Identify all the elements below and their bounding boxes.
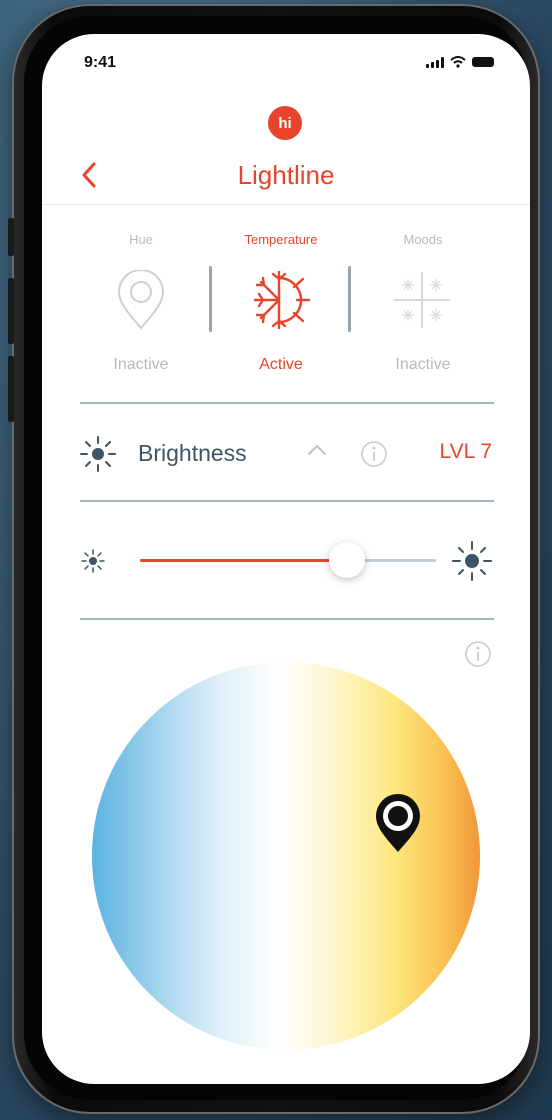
brightness-slider-track[interactable] (140, 559, 436, 562)
brightness-slider-thumb[interactable] (329, 542, 366, 578)
info-icon[interactable] (464, 640, 492, 668)
status-time: 9:41 (84, 54, 117, 71)
section-divider (80, 618, 494, 620)
moods-status: Inactive (395, 356, 451, 373)
brightness-slider-fill (140, 559, 348, 562)
brightness-level: LVL 7 (439, 440, 492, 463)
battery-icon (472, 57, 494, 67)
tab-moods[interactable]: Moods (358, 232, 488, 247)
chevron-up-icon[interactable] (306, 442, 328, 458)
app-screen: 9:41 hi Lightline Hue Temperature Moods (42, 34, 530, 1084)
tab-temperature[interactable]: Temperature (216, 232, 346, 247)
app-logo: hi (268, 106, 302, 140)
sun-large-icon (452, 541, 492, 581)
moods-grid-icon[interactable] (392, 270, 452, 330)
map-pin-icon[interactable] (115, 270, 167, 332)
volume-up-button (8, 278, 14, 344)
tab-divider (209, 266, 212, 332)
status-icons (426, 56, 494, 68)
brightness-sun-icon (80, 436, 116, 472)
section-divider (80, 500, 494, 502)
tab-hue[interactable]: Hue (76, 232, 206, 247)
page-title: Lightline (237, 160, 335, 190)
header-divider (42, 204, 530, 205)
temperature-status: Active (259, 356, 303, 373)
volume-down-button (8, 356, 14, 422)
tab-divider (348, 266, 351, 332)
signal-icon (426, 56, 444, 68)
info-icon[interactable] (360, 440, 388, 468)
side-button (8, 218, 14, 256)
sun-snowflake-icon[interactable] (249, 268, 313, 332)
map-pin-icon[interactable] (372, 792, 424, 856)
color-temperature-wheel[interactable] (92, 662, 480, 1050)
section-divider (80, 402, 494, 404)
wifi-icon (450, 56, 466, 68)
sun-small-icon (81, 549, 105, 573)
brightness-label: Brightness (138, 440, 247, 466)
hue-status: Inactive (113, 356, 169, 373)
